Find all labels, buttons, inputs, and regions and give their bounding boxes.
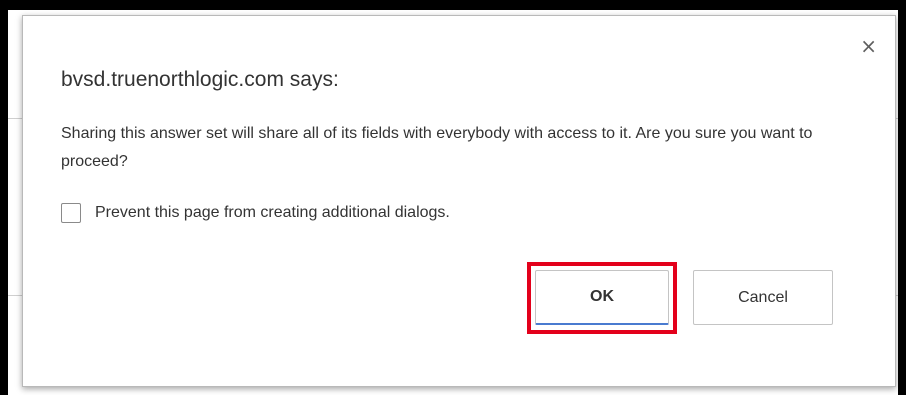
prevent-dialogs-checkbox[interactable] <box>61 203 81 223</box>
screen-frame-left <box>0 0 8 395</box>
ok-button[interactable]: OK <box>535 270 669 325</box>
dialog-title: bvsd.truenorthlogic.com says: <box>61 68 339 91</box>
dialog-message: Sharing this answer set will share all o… <box>61 125 813 170</box>
prevent-dialogs-label[interactable]: Prevent this page from creating addition… <box>95 204 450 222</box>
screen-frame-top <box>0 0 906 10</box>
cancel-button[interactable]: Cancel <box>693 270 833 325</box>
alert-dialog: × bvsd.truenorthlogic.com says: Sharing … <box>22 15 896 387</box>
prevent-dialogs-option[interactable]: Prevent this page from creating addition… <box>61 203 450 223</box>
close-icon[interactable]: × <box>860 36 877 56</box>
background-page-line <box>8 295 22 296</box>
screen-frame-right <box>898 0 906 395</box>
background-page-line <box>8 118 22 119</box>
